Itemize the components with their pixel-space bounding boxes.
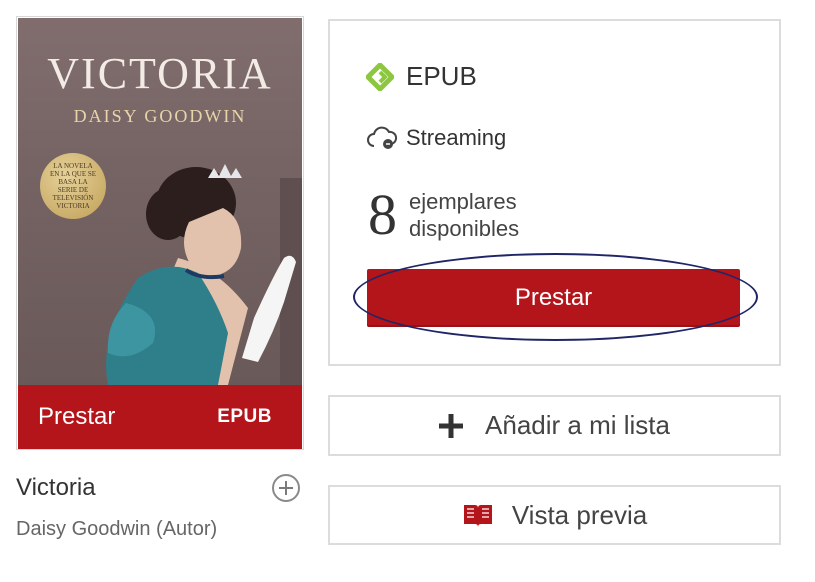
add-to-list-label: Añadir a mi lista (485, 410, 670, 440)
book-detail-page: VICTORIA DAISY GOODWIN LA NOVELA EN LA Q… (0, 0, 815, 582)
open-book-icon (463, 505, 492, 527)
cover-lend-bar[interactable]: Prestar EPUB (18, 385, 302, 449)
plus-icon (439, 414, 463, 438)
availability-panel: EPUB Streaming 8 ejemplares disponibles … (328, 19, 781, 366)
streaming-row: Streaming (366, 124, 506, 152)
cover-seal-badge: LA NOVELA EN LA QUE SE BASA LA SERIE DE … (40, 153, 106, 219)
format-label: EPUB (406, 61, 477, 91)
add-to-list-button[interactable]: Añadir a mi lista (328, 395, 781, 456)
copies-label-line2: disponibles (409, 216, 520, 241)
book-cover[interactable]: VICTORIA DAISY GOODWIN LA NOVELA EN LA Q… (18, 18, 302, 385)
preview-button[interactable]: Vista previa (328, 485, 781, 545)
lend-button[interactable]: Prestar (367, 269, 740, 327)
copies-label-line1: ejemplares (409, 189, 517, 214)
cover-title: VICTORIA (47, 49, 273, 98)
epub-icon (366, 62, 394, 91)
cloud-streaming-icon (367, 126, 398, 149)
cover-author: DAISY GOODWIN (73, 106, 247, 126)
streaming-label: Streaming (406, 125, 507, 150)
preview-label: Vista previa (511, 499, 648, 530)
book-card: VICTORIA DAISY GOODWIN LA NOVELA EN LA Q… (16, 16, 304, 450)
add-circle-icon[interactable] (272, 474, 300, 502)
format-row: EPUB (366, 61, 477, 92)
book-author[interactable]: Daisy Goodwin (Autor) (16, 518, 217, 541)
copies-available: 8 ejemplares disponibles (368, 186, 519, 244)
cover-format-label: EPUB (217, 406, 272, 427)
cover-lend-label: Prestar (38, 403, 116, 430)
copies-count: 8 (368, 182, 397, 247)
copies-label: ejemplares disponibles (409, 188, 519, 242)
book-title[interactable]: Victoria (16, 474, 96, 502)
